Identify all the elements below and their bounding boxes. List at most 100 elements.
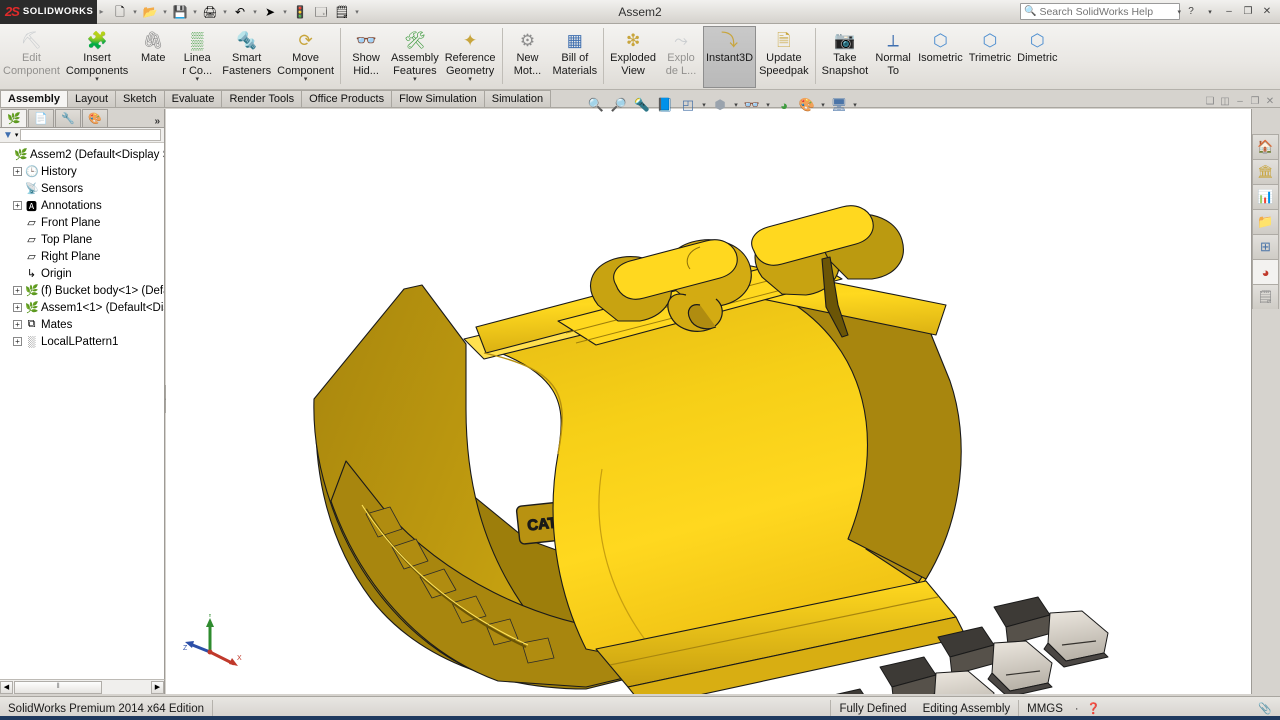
scroll-thumb[interactable]: ⦀ bbox=[14, 681, 102, 694]
show-hidden-components-button[interactable]: 👓ShowHid... bbox=[344, 26, 388, 88]
view-settings-icon-caret[interactable]: ▾ bbox=[819, 101, 827, 109]
assembly-features-button[interactable]: 🛠AssemblyFeatures▾ bbox=[388, 26, 442, 88]
section-view-icon[interactable]: 🔦 bbox=[631, 95, 653, 116]
display-style-icon-caret[interactable]: ▾ bbox=[700, 101, 708, 109]
update-speedpak-button[interactable]: 🗎UpdateSpeedpak bbox=[756, 26, 812, 88]
tree-item-history[interactable]: +🕒History bbox=[2, 163, 164, 180]
rebuild-icon[interactable]: 🚦 bbox=[290, 2, 310, 22]
assembly-features-dropdown-caret[interactable]: ▾ bbox=[413, 77, 417, 82]
new-document-dropdown-caret[interactable]: ▾ bbox=[131, 0, 139, 24]
tree-item-right-plane[interactable]: ▱Right Plane bbox=[2, 248, 164, 265]
tree-expander-icon[interactable]: + bbox=[13, 303, 22, 312]
close-button[interactable]: ✕ bbox=[1259, 4, 1275, 20]
move-component-button[interactable]: ⟳MoveComponent▾ bbox=[274, 26, 337, 88]
search-dropdown-caret[interactable]: ▾ bbox=[1177, 8, 1181, 16]
edit-appearance-icon-caret[interactable]: ▾ bbox=[764, 101, 772, 109]
tree-item-front-plane[interactable]: ▱Front Plane bbox=[2, 214, 164, 231]
viewport-layout-icon[interactable]: 🖥 bbox=[828, 95, 850, 116]
tab-layout[interactable]: Layout bbox=[67, 90, 116, 107]
reference-geometry-button[interactable]: ✦ReferenceGeometry▾ bbox=[442, 26, 499, 88]
tree-expander-icon[interactable]: + bbox=[13, 320, 22, 329]
hide-show-items-icon[interactable]: ⬢ bbox=[709, 95, 731, 116]
dimetric-view-button[interactable]: ⬡Dimetric bbox=[1014, 26, 1060, 88]
display-style-icon[interactable]: ◰ bbox=[677, 95, 699, 116]
search-input[interactable] bbox=[1039, 6, 1174, 18]
tree-root-assem2[interactable]: 🌿Assem2 (Default<Display St bbox=[2, 146, 164, 163]
view-orientation-icon[interactable]: 📘 bbox=[654, 95, 676, 116]
tree-item-bucket-body[interactable]: +🌿(f) Bucket body<1> (Defa bbox=[2, 282, 164, 299]
hide-show-items-icon-caret[interactable]: ▾ bbox=[732, 101, 740, 109]
tab-evaluate[interactable]: Evaluate bbox=[164, 90, 223, 107]
property-manager-tab[interactable]: 📄 bbox=[28, 109, 54, 127]
doc-tile-icon[interactable]: ◫ bbox=[1219, 96, 1231, 107]
search-box[interactable]: 🔍 ▾ bbox=[1020, 3, 1180, 20]
feature-manager-filter[interactable]: ▼ ▾ bbox=[0, 128, 164, 143]
help-icon[interactable]: ? bbox=[1183, 4, 1199, 20]
feature-tree-hscrollbar[interactable]: ◀ ⦀ ▶ bbox=[0, 679, 165, 694]
doc-minimize-icon[interactable]: – bbox=[1234, 96, 1246, 107]
tree-expander-icon[interactable]: + bbox=[13, 286, 22, 295]
select-icon[interactable]: ➤ bbox=[260, 2, 280, 22]
scroll-left-arrow[interactable]: ◀ bbox=[0, 681, 13, 694]
search-folder-icon[interactable]: 📁 bbox=[1252, 209, 1279, 234]
save-document-icon[interactable]: 💾 bbox=[170, 2, 190, 22]
open-document-dropdown-caret[interactable]: ▾ bbox=[161, 0, 169, 24]
model-render[interactable]: CAT bbox=[166, 109, 1251, 694]
design-library-icon[interactable]: 🏛 bbox=[1252, 159, 1279, 184]
mate-button[interactable]: 🖇Mate bbox=[131, 26, 175, 88]
print-document-dropdown-caret[interactable]: ▾ bbox=[221, 0, 229, 24]
reference-geometry-dropdown-caret[interactable]: ▾ bbox=[468, 77, 472, 82]
doc-close-icon[interactable]: ✕ bbox=[1264, 96, 1276, 107]
tab-sketch[interactable]: Sketch bbox=[115, 90, 165, 107]
tree-expander-icon[interactable]: + bbox=[13, 337, 22, 346]
open-document-icon[interactable]: 📂 bbox=[140, 2, 160, 22]
menu-expander[interactable]: ▸ bbox=[97, 7, 106, 16]
filter-caret-icon[interactable]: ▾ bbox=[15, 131, 19, 139]
doc-restore-icon[interactable]: ❑ bbox=[1204, 96, 1216, 107]
normal-to-button[interactable]: ⟂NormalTo bbox=[871, 26, 915, 88]
feature-manager-tab[interactable]: 🌿 bbox=[1, 109, 27, 127]
tree-item-annotations[interactable]: +🅰Annotations bbox=[2, 197, 164, 214]
tree-expander-icon[interactable]: + bbox=[13, 201, 22, 210]
edit-appearance-icon[interactable]: 👓 bbox=[741, 95, 763, 116]
tab-assembly[interactable]: Assembly bbox=[0, 90, 68, 107]
graphics-viewport[interactable]: CAT bbox=[166, 109, 1251, 694]
move-component-dropdown-caret[interactable]: ▾ bbox=[304, 77, 308, 82]
view-palette-icon[interactable]: ⊞ bbox=[1252, 234, 1279, 259]
settings-icon[interactable]: 🗒 bbox=[332, 2, 352, 22]
smart-fasteners-button[interactable]: 🔩SmartFasteners bbox=[219, 26, 274, 88]
scroll-right-arrow[interactable]: ▶ bbox=[151, 681, 164, 694]
select-dropdown-caret[interactable]: ▾ bbox=[281, 0, 289, 24]
minimize-button[interactable]: – bbox=[1221, 4, 1237, 20]
custom-properties-icon[interactable]: 🗒 bbox=[1252, 284, 1279, 309]
bill-of-materials-button[interactable]: ▦Bill ofMaterials bbox=[550, 26, 601, 88]
configuration-manager-tab[interactable]: 🔧 bbox=[55, 109, 81, 127]
filter-input[interactable] bbox=[20, 129, 161, 141]
tree-item-sensors[interactable]: 📡Sensors bbox=[2, 180, 164, 197]
instant3d-button[interactable]: ⤵Instant3D bbox=[703, 26, 756, 88]
doc-maximize-icon[interactable]: ❐ bbox=[1249, 96, 1261, 107]
tree-item-origin[interactable]: ↳Origin bbox=[2, 265, 164, 282]
status-units-caret[interactable]: · bbox=[1071, 703, 1083, 715]
appearances-scenes-icon[interactable]: ◕ bbox=[1252, 259, 1279, 284]
exploded-view-button[interactable]: ❇ExplodedView bbox=[607, 26, 659, 88]
trimetric-view-button[interactable]: ⬡Trimetric bbox=[966, 26, 1014, 88]
solidworks-resources-icon[interactable]: 🏠 bbox=[1252, 134, 1279, 159]
display-manager-tab[interactable]: 🎨 bbox=[82, 109, 108, 127]
settings-dropdown-caret[interactable]: ▾ bbox=[353, 0, 361, 24]
file-explorer-icon[interactable]: 📊 bbox=[1252, 184, 1279, 209]
status-attach-icon[interactable]: 📎 bbox=[1254, 702, 1280, 715]
linear-component-pattern-dropdown-caret[interactable]: ▾ bbox=[195, 77, 199, 82]
undo-dropdown-caret[interactable]: ▾ bbox=[251, 0, 259, 24]
options-icon[interactable]: 🗔 bbox=[311, 2, 331, 22]
feature-manager-more-button[interactable]: » bbox=[154, 116, 164, 127]
tab-simulation[interactable]: Simulation bbox=[484, 90, 551, 107]
solidworks-logo[interactable]: 2S SOLIDWORKS bbox=[0, 0, 97, 24]
tree-item-locallpattern1[interactable]: +░LocalLPattern1 bbox=[2, 333, 164, 350]
restore-button[interactable]: ❐ bbox=[1240, 4, 1256, 20]
tree-item-assem1[interactable]: +🌿Assem1<1> (Default<Dis bbox=[2, 299, 164, 316]
save-document-dropdown-caret[interactable]: ▾ bbox=[191, 0, 199, 24]
tab-office-products[interactable]: Office Products bbox=[301, 90, 392, 107]
insert-components-dropdown-caret[interactable]: ▾ bbox=[95, 77, 99, 82]
tree-item-mates[interactable]: +⧉Mates bbox=[2, 316, 164, 333]
